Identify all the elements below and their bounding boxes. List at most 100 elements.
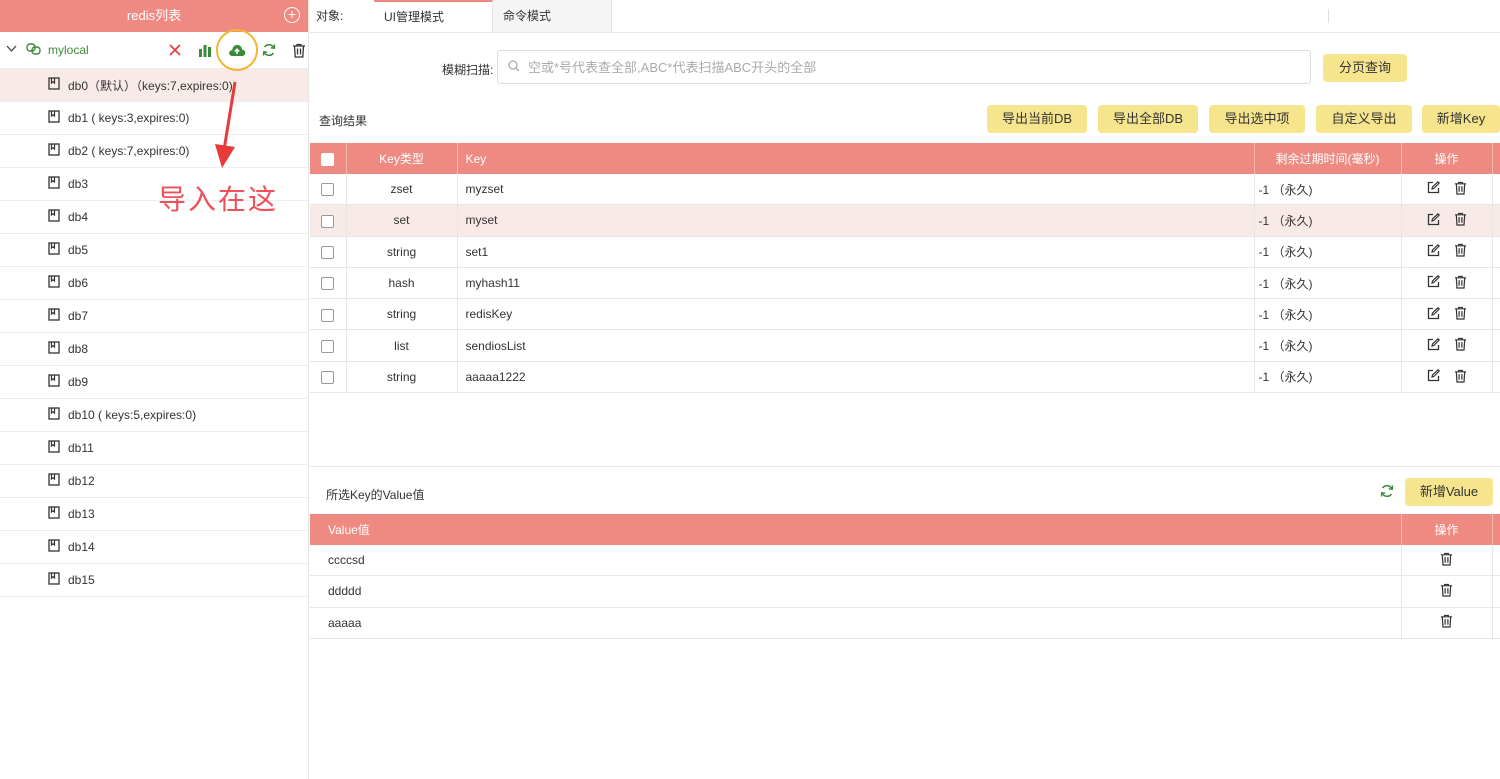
tab-command-mode[interactable]: 命令模式 (493, 0, 612, 32)
database-label: db15 (68, 573, 95, 587)
connection-row[interactable]: mylocal (0, 29, 308, 71)
delete-icon[interactable] (1454, 181, 1467, 195)
row-checkbox-cell[interactable] (310, 204, 347, 237)
row-checkbox[interactable] (321, 245, 335, 259)
key-name-cell[interactable]: myset (457, 204, 1255, 237)
key-ttl-cell: -1 （永久) (1254, 267, 1402, 300)
key-table-row[interactable]: zset myzset -1 （永久) (310, 174, 1500, 206)
add-connection-icon[interactable]: + (284, 7, 300, 23)
key-type-cell: set (346, 204, 458, 237)
search-input[interactable] (526, 58, 1290, 76)
delete-icon[interactable] (1454, 306, 1467, 320)
export-selected-button[interactable]: 导出选中项 (1209, 105, 1305, 133)
database-label: db7 (68, 309, 89, 323)
custom-export-button[interactable]: 自定义导出 (1316, 105, 1412, 133)
search-box[interactable] (497, 50, 1311, 84)
annotation-text: 导入在这 (158, 183, 279, 216)
row-checkbox[interactable] (321, 183, 335, 197)
database-item[interactable]: db1 ( keys:3,expires:0) (0, 102, 308, 135)
key-name-cell[interactable]: aaaaa1222 (457, 361, 1255, 394)
database-item[interactable]: db6 (0, 267, 308, 300)
row-checkbox[interactable] (321, 339, 335, 353)
key-name-cell[interactable]: sendiosList (457, 329, 1255, 362)
disconnect-icon[interactable] (160, 35, 190, 65)
edit-icon[interactable] (1427, 369, 1440, 382)
value-cell[interactable]: ccccsd (310, 545, 1402, 577)
key-name-cell[interactable]: myhash11 (457, 267, 1255, 300)
results-title: 查询结果 (319, 114, 368, 128)
row-checkbox-cell[interactable] (310, 329, 347, 362)
add-value-button[interactable]: 新增Value (1405, 478, 1493, 506)
value-table-row[interactable]: aaaaa (310, 607, 1500, 639)
key-table-row[interactable]: hash myhash11 -1 （永久) (310, 267, 1500, 300)
add-key-button[interactable]: 新增Key (1422, 105, 1500, 133)
value-table-row[interactable]: ddddd (310, 575, 1500, 608)
key-table-row[interactable]: list sendiosList -1 （永久) (310, 329, 1500, 362)
row-checkbox-cell[interactable] (310, 236, 347, 268)
delete-icon[interactable] (1454, 337, 1467, 352)
row-checkbox[interactable] (321, 308, 335, 322)
key-name-cell[interactable]: myzset (457, 174, 1255, 206)
database-item[interactable]: db0（默认）（keys:7,expires:0) (0, 69, 308, 102)
database-icon (48, 308, 60, 324)
database-item[interactable]: db12 (0, 465, 308, 498)
column-header-value-actions: 操作 (1401, 514, 1493, 545)
edit-icon[interactable] (1427, 306, 1440, 320)
delete-icon[interactable] (1454, 212, 1467, 226)
database-item[interactable]: db13 (0, 498, 308, 531)
row-checkbox-cell[interactable] (310, 267, 347, 300)
tab-ui-mode[interactable]: UI管理模式 (374, 0, 493, 32)
database-item[interactable]: db14 (0, 531, 308, 564)
edit-icon[interactable] (1427, 337, 1440, 351)
row-checkbox[interactable] (321, 214, 335, 228)
row-checkbox-cell[interactable] (310, 174, 347, 206)
database-icon (48, 110, 60, 126)
key-table-row[interactable]: string aaaaa1222 -1 （永久) (310, 361, 1500, 394)
row-checkbox-cell[interactable] (310, 298, 347, 331)
delete-icon[interactable] (1454, 243, 1467, 258)
database-item[interactable]: db10 ( keys:5,expires:0) (0, 399, 308, 432)
refresh-values-icon[interactable] (1380, 484, 1394, 501)
row-checkbox-cell[interactable] (310, 361, 347, 394)
row-checkbox[interactable] (321, 371, 335, 385)
chevron-down-icon[interactable] (6, 44, 17, 56)
refresh-icon[interactable] (254, 35, 284, 65)
database-item[interactable]: db2 ( keys:7,expires:0) (0, 135, 308, 168)
import-cloud-icon[interactable] (216, 29, 258, 71)
database-icon (48, 506, 60, 522)
database-item[interactable]: db15 (0, 564, 308, 597)
database-item[interactable]: db5 (0, 234, 308, 267)
row-spacer-cell (1492, 236, 1500, 268)
database-item[interactable]: db8 (0, 333, 308, 366)
section-divider (310, 466, 1500, 467)
edit-icon[interactable] (1427, 243, 1440, 257)
database-item[interactable]: db9 (0, 366, 308, 399)
database-icon (48, 539, 60, 555)
select-all-checkbox-cell[interactable] (310, 143, 347, 174)
select-all-checkbox[interactable] (321, 152, 335, 166)
delete-icon[interactable] (1454, 369, 1467, 383)
key-name-cell[interactable]: redisKey (457, 298, 1255, 331)
delete-icon[interactable] (1440, 583, 1453, 597)
key-name-cell[interactable]: set1 (457, 236, 1255, 268)
database-label: db2 ( keys:7,expires:0) (68, 144, 190, 158)
edit-icon[interactable] (1427, 275, 1440, 288)
database-item[interactable]: db7 (0, 300, 308, 333)
key-table-row[interactable]: string set1 -1 （永久) (310, 236, 1500, 268)
value-cell[interactable]: aaaaa (310, 607, 1402, 639)
delete-icon[interactable] (1440, 614, 1453, 628)
key-table-row[interactable]: string redisKey -1 （永久) (310, 298, 1500, 331)
export-current-db-button[interactable]: 导出当前DB (987, 105, 1087, 133)
value-cell[interactable]: ddddd (310, 575, 1402, 608)
key-type-cell: zset (346, 174, 458, 206)
edit-icon[interactable] (1427, 212, 1440, 226)
row-checkbox[interactable] (321, 277, 335, 291)
value-table-row[interactable]: ccccsd (310, 545, 1500, 577)
edit-icon[interactable] (1427, 181, 1440, 194)
delete-icon[interactable] (1454, 275, 1467, 289)
export-all-db-button[interactable]: 导出全部DB (1098, 105, 1198, 133)
database-item[interactable]: db11 (0, 432, 308, 465)
page-query-button[interactable]: 分页查询 (1323, 54, 1407, 82)
key-table-row[interactable]: set myset -1 （永久) (310, 204, 1500, 237)
delete-icon[interactable] (1440, 552, 1453, 566)
